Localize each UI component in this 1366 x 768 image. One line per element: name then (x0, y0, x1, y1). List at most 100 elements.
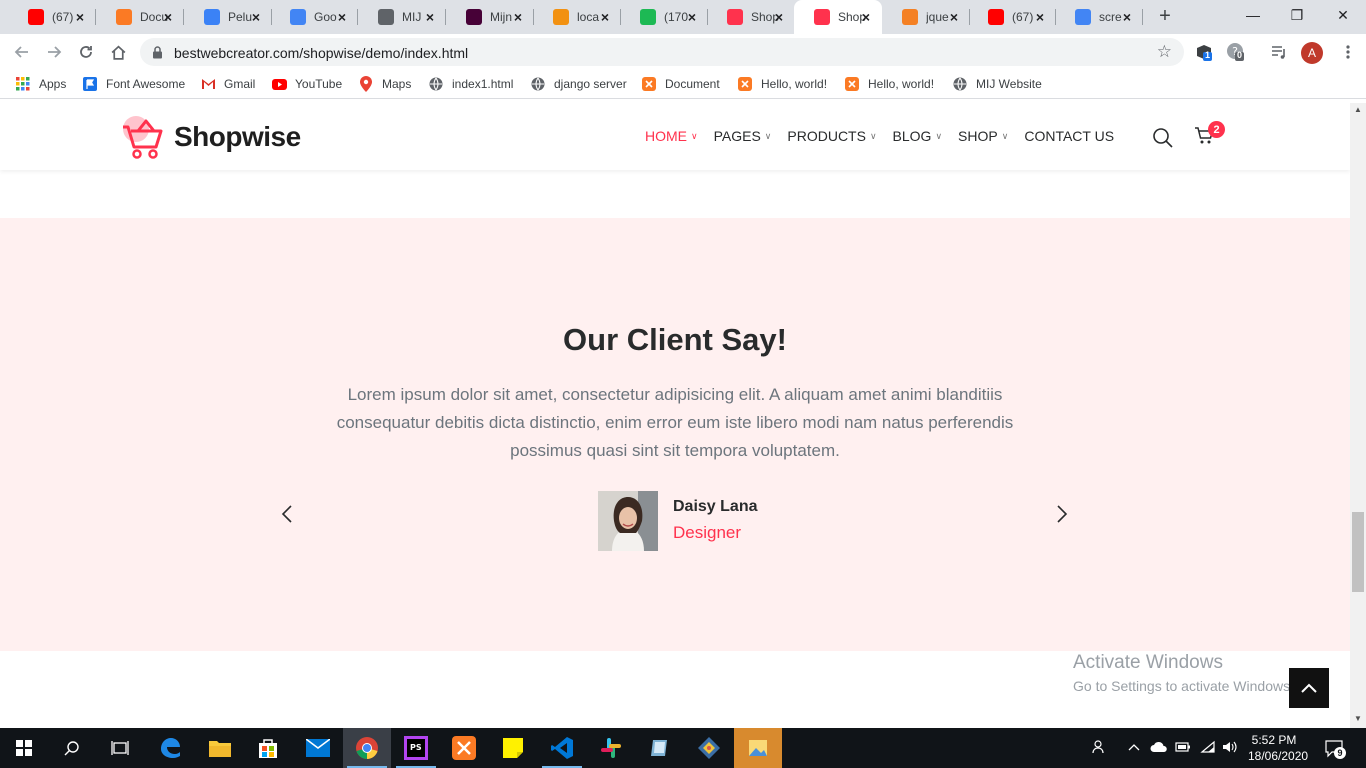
extension-cube-icon[interactable]: 1 (1194, 42, 1214, 62)
scroll-down-arrow[interactable]: ▼ (1350, 712, 1366, 726)
bookmark-item[interactable]: index1.html (428, 76, 513, 92)
nav-item-shop[interactable]: SHOP ∨ (958, 128, 1008, 144)
chevron-down-icon: ∨ (764, 130, 772, 141)
nav-item-pages[interactable]: PAGES ∨ (714, 128, 772, 144)
testimonial-section: Our Client Say! Lorem ipsum dolor sit am… (0, 218, 1350, 651)
browser-tab[interactable]: MIJ × (358, 0, 446, 34)
taskbar-slack[interactable] (587, 728, 635, 768)
bookmark-star-icon[interactable]: ☆ (1157, 42, 1172, 62)
nav-item-products[interactable]: PRODUCTS ∨ (787, 128, 876, 144)
task-view-button[interactable] (96, 728, 144, 768)
bookmark-item[interactable]: MIJ Website (952, 76, 1042, 92)
browser-tab[interactable]: jque × (882, 0, 970, 34)
bookmark-item[interactable]: Hello, world! (844, 76, 934, 92)
close-window-button[interactable]: ✕ (1320, 0, 1366, 30)
scroll-up-arrow[interactable]: ▲ (1350, 103, 1366, 117)
taskbar-search-button[interactable] (48, 728, 96, 768)
bookmark-item[interactable]: Document (641, 76, 720, 92)
volume-icon[interactable] (1222, 740, 1238, 757)
tab-close-icon[interactable]: × (72, 9, 88, 25)
minimize-button[interactable]: — (1230, 0, 1276, 30)
tab-close-icon[interactable]: × (597, 9, 613, 25)
tab-close-icon[interactable]: × (858, 9, 874, 25)
taskbar-chrome[interactable] (343, 728, 391, 768)
taskbar-xampp[interactable] (440, 728, 488, 768)
bookmark-item[interactable]: Gmail (200, 76, 255, 92)
browser-tab[interactable]: scre × (1055, 0, 1143, 34)
browser-tab[interactable]: (67) × (968, 0, 1056, 34)
bookmark-item[interactable]: YouTube (271, 76, 342, 92)
wifi-icon[interactable] (1200, 740, 1216, 757)
search-button[interactable] (1152, 127, 1173, 153)
tab-close-icon[interactable]: × (422, 9, 438, 25)
reload-button[interactable] (74, 40, 98, 64)
browser-tab[interactable]: Pelu × (184, 0, 272, 34)
taskbar-phpstorm[interactable]: PS (392, 728, 440, 768)
carousel-prev-button[interactable] (278, 504, 296, 529)
tray-chevron-up-icon[interactable] (1128, 740, 1140, 755)
nav-item-blog[interactable]: BLOG ∨ (893, 128, 943, 144)
home-button[interactable] (106, 40, 130, 64)
tab-close-icon[interactable]: × (946, 9, 962, 25)
system-clock[interactable]: 5:52 PM 18/06/2020 (1248, 732, 1308, 764)
browser-tab[interactable]: Shop × (794, 0, 882, 34)
taskbar-app-glass[interactable] (636, 728, 684, 768)
people-icon[interactable] (1092, 739, 1108, 758)
watermark-subtitle: Go to Settings to activate Windows. (1073, 678, 1294, 694)
tab-close-icon[interactable]: × (771, 9, 787, 25)
chrome-menu-button[interactable] (1336, 40, 1360, 64)
bookmark-item[interactable]: Hello, world! (737, 76, 827, 92)
page-scrollbar[interactable] (1350, 103, 1366, 728)
tab-close-icon[interactable]: × (684, 9, 700, 25)
tab-close-icon[interactable]: × (334, 9, 350, 25)
site-logo-text: Shopwise (174, 121, 301, 152)
bookmark-item[interactable]: Apps (15, 76, 66, 92)
taskbar-store[interactable] (244, 728, 292, 768)
cart-count-badge: 2 (1208, 121, 1225, 138)
taskbar-file-explorer[interactable] (196, 728, 244, 768)
browser-tab[interactable]: Docu × (96, 0, 184, 34)
bookmark-item[interactable]: Font Awesome (82, 76, 185, 92)
browser-tab[interactable]: (67) × (8, 0, 96, 34)
scrollbar-thumb[interactable] (1352, 512, 1364, 592)
forward-button[interactable] (42, 40, 66, 64)
taskbar-edge[interactable] (146, 728, 194, 768)
tab-close-icon[interactable]: × (510, 9, 526, 25)
restore-button[interactable]: ❐ (1274, 0, 1320, 30)
battery-icon[interactable] (1175, 741, 1191, 756)
tab-close-icon[interactable]: × (1032, 9, 1048, 25)
git-diamond-icon (698, 737, 720, 759)
bookmark-label: django server (554, 77, 627, 91)
start-button[interactable] (0, 728, 48, 768)
extension-help-icon[interactable]: ? 0 (1226, 42, 1246, 62)
extension-badge: 0 (1237, 50, 1243, 60)
onedrive-cloud-icon[interactable] (1150, 741, 1168, 756)
media-playlist-icon[interactable] (1269, 42, 1289, 62)
taskbar-sticky-notes[interactable] (489, 728, 537, 768)
tab-close-icon[interactable]: × (248, 9, 264, 25)
browser-tab[interactable]: (170 × (620, 0, 708, 34)
browser-tab[interactable]: Goo × (270, 0, 358, 34)
address-bar[interactable]: bestwebcreator.com/shopwise/demo/index.h… (140, 38, 1184, 66)
browser-tab[interactable]: loca × (533, 0, 621, 34)
taskbar-git-tool[interactable] (685, 728, 733, 768)
tab-close-icon[interactable]: × (1119, 9, 1135, 25)
scroll-to-top-button[interactable] (1289, 668, 1329, 708)
action-center-button[interactable]: 9 (1324, 738, 1346, 761)
taskbar-mail[interactable] (294, 728, 342, 768)
taskbar-vscode[interactable] (538, 728, 586, 768)
browser-tab[interactable]: Mijn × (446, 0, 534, 34)
profile-avatar[interactable]: A (1301, 42, 1323, 64)
carousel-next-button[interactable] (1053, 504, 1071, 529)
nav-item-home[interactable]: HOME ∨ (645, 128, 698, 144)
bookmark-item[interactable]: Maps (358, 76, 411, 92)
browser-tab[interactable]: Shop × (707, 0, 795, 34)
tab-close-icon[interactable]: × (160, 9, 176, 25)
bookmark-item[interactable]: django server (530, 76, 627, 92)
nav-item-contact-us[interactable]: CONTACT US (1024, 128, 1114, 144)
site-logo[interactable]: Shopwise (120, 113, 301, 161)
bookmark-label: Maps (382, 77, 412, 91)
taskbar-image-viewer[interactable] (734, 728, 782, 768)
new-tab-button[interactable]: + (1154, 5, 1176, 27)
back-button[interactable] (10, 40, 34, 64)
